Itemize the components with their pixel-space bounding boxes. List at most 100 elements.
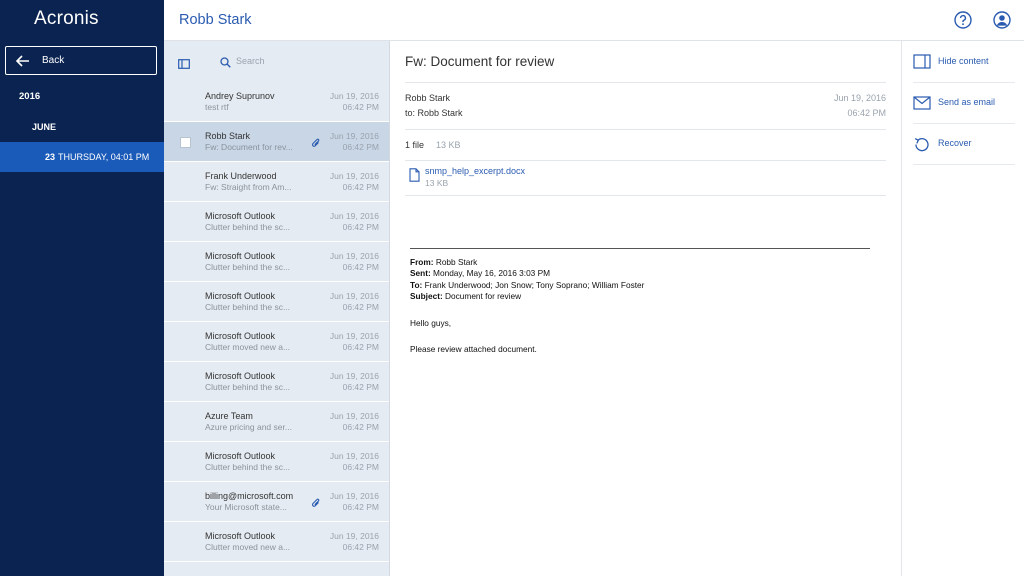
- forward-from-value: Robb Stark: [433, 257, 478, 267]
- hide-content-label: Hide content: [938, 56, 989, 66]
- list-item[interactable]: Microsoft Outlook Clutter behind the sc.…: [164, 442, 389, 482]
- message-sender: Microsoft Outlook: [205, 331, 276, 341]
- panel-toggle-icon[interactable]: [178, 56, 190, 69]
- message-sender: Microsoft Outlook: [205, 531, 276, 541]
- attachment-name[interactable]: snmp_help_excerpt.docx: [425, 166, 525, 176]
- list-item[interactable]: Microsoft Outlook Clutter moved new a...…: [164, 322, 389, 362]
- hide-content-button[interactable]: Hide content: [913, 41, 1015, 83]
- message-date: Jun 19, 2016: [329, 411, 379, 421]
- message-snippet: Clutter moved new a...: [205, 342, 291, 352]
- search-icon: [220, 55, 231, 68]
- message-snippet: test rtf: [205, 102, 229, 112]
- document-icon: [409, 168, 420, 182]
- nav-day-label: THURSDAY, 04:01 PM: [58, 152, 150, 162]
- message-date: Jun 19, 2016: [329, 491, 379, 501]
- send-as-email-button[interactable]: Send as email: [913, 82, 1015, 124]
- nav-day-selected[interactable]: 23 THURSDAY, 04:01 PM: [0, 142, 164, 172]
- help-icon[interactable]: [954, 11, 972, 29]
- search-input[interactable]: [236, 53, 376, 69]
- message-date: Jun 19, 2016: [329, 451, 379, 461]
- divider: [405, 195, 886, 196]
- list-item[interactable]: Azure Team Azure pricing and ser... Jun …: [164, 402, 389, 442]
- message-snippet: Fw: Straight from Am...: [205, 182, 292, 192]
- message-time: 06:42 PM: [342, 142, 379, 152]
- message-time: 06:42 PM: [342, 422, 379, 432]
- attachment-size: 13 KB: [425, 178, 449, 188]
- forward-subject-label: Subject:: [410, 291, 443, 301]
- back-label: Back: [42, 55, 65, 66]
- recover-label: Recover: [938, 138, 972, 148]
- message-time: 06:42 PM: [342, 542, 379, 552]
- nav-year[interactable]: 2016: [19, 91, 40, 102]
- arrow-left-icon: [16, 54, 30, 68]
- list-item[interactable]: Andrey Suprunov test rtf Jun 19, 2016 06…: [164, 82, 389, 122]
- message-sender: Microsoft Outlook: [205, 371, 276, 381]
- email-date: Jun 19, 2016: [833, 93, 886, 103]
- account-icon[interactable]: [993, 11, 1011, 29]
- message-time: 06:42 PM: [342, 302, 379, 312]
- email-subject: Fw: Document for review: [405, 54, 555, 69]
- back-button[interactable]: Back: [5, 46, 157, 75]
- list-item[interactable]: Frank Underwood Fw: Straight from Am... …: [164, 162, 389, 202]
- header: Robb Stark: [164, 0, 1024, 41]
- page-title: Robb Stark: [179, 12, 252, 28]
- forward-to-label: To:: [410, 280, 423, 290]
- forward-separator: [410, 248, 870, 249]
- list-item[interactable]: Microsoft Outlook Clutter moved new a...…: [164, 522, 389, 562]
- list-item[interactable]: Microsoft Outlook Clutter behind the sc.…: [164, 362, 389, 402]
- list-item-selected[interactable]: Robb Stark Fw: Document for rev... Jun 1…: [164, 122, 389, 162]
- forward-from: From: Robb Stark: [410, 257, 477, 267]
- list-item[interactable]: billing@microsoft.com Your Microsoft sta…: [164, 482, 389, 522]
- message-sender: Microsoft Outlook: [205, 291, 276, 301]
- message-snippet: Fw: Document for rev...: [205, 142, 293, 152]
- message-time: 06:42 PM: [342, 182, 379, 192]
- message-time: 06:42 PM: [342, 502, 379, 512]
- message-snippet: Your Microsoft state...: [205, 502, 287, 512]
- list-toolbar: [164, 41, 389, 81]
- message-sender: Microsoft Outlook: [205, 451, 276, 461]
- email-greeting: Hello guys,: [410, 318, 452, 328]
- recover-icon: [913, 136, 931, 152]
- message-sender: Microsoft Outlook: [205, 251, 276, 261]
- email-message: Please review attached document.: [410, 344, 537, 354]
- message-snippet: Clutter behind the sc...: [205, 382, 291, 392]
- paperclip-icon: [311, 496, 321, 508]
- message-sender: Robb Stark: [205, 131, 251, 141]
- divider: [405, 82, 886, 83]
- hide-content-icon: [913, 54, 931, 70]
- message-date: Jun 19, 2016: [329, 131, 379, 141]
- email-from: Robb Stark: [405, 93, 451, 103]
- message-date: Jun 19, 2016: [329, 331, 379, 341]
- sidebar: Acronis Back 2016 JUNE 23 THURSDAY, 04:0…: [0, 0, 164, 576]
- email-to: to: Robb Stark: [405, 108, 463, 118]
- message-time: 06:42 PM: [342, 382, 379, 392]
- message-sender: Azure Team: [205, 411, 253, 421]
- list-item[interactable]: Microsoft Outlook Clutter behind the sc.…: [164, 242, 389, 282]
- message-date: Jun 19, 2016: [329, 171, 379, 181]
- recover-button[interactable]: Recover: [913, 123, 1015, 165]
- message-list: Andrey Suprunov test rtf Jun 19, 2016 06…: [164, 82, 389, 562]
- message-sender: billing@microsoft.com: [205, 491, 294, 501]
- forward-sent: Sent: Monday, May 16, 2016 3:03 PM: [410, 268, 550, 278]
- message-snippet: Clutter behind the sc...: [205, 462, 291, 472]
- message-checkbox[interactable]: [180, 137, 191, 148]
- forward-sent-value: Monday, May 16, 2016 3:03 PM: [430, 268, 551, 278]
- message-date: Jun 19, 2016: [329, 291, 379, 301]
- forward-subject-value: Document for review: [442, 291, 522, 301]
- divider: [405, 160, 886, 161]
- divider: [405, 129, 886, 130]
- list-item[interactable]: Microsoft Outlook Clutter behind the sc.…: [164, 282, 389, 322]
- file-count: 1 file: [405, 140, 425, 150]
- message-snippet: Clutter behind the sc...: [205, 222, 291, 232]
- message-date: Jun 19, 2016: [329, 531, 379, 541]
- message-sender: Andrey Suprunov: [205, 91, 275, 101]
- forward-to-value: Frank Underwood; Jon Snow; Tony Soprano;…: [422, 280, 645, 290]
- message-date: Jun 19, 2016: [329, 211, 379, 221]
- message-time: 06:42 PM: [342, 462, 379, 472]
- list-item[interactable]: Microsoft Outlook Clutter behind the sc.…: [164, 202, 389, 242]
- paperclip-icon: [311, 136, 321, 148]
- message-time: 06:42 PM: [342, 342, 379, 352]
- nav-month[interactable]: JUNE: [32, 122, 56, 132]
- forward-sent-label: Sent:: [410, 268, 431, 278]
- file-total-size: 13 KB: [436, 140, 461, 150]
